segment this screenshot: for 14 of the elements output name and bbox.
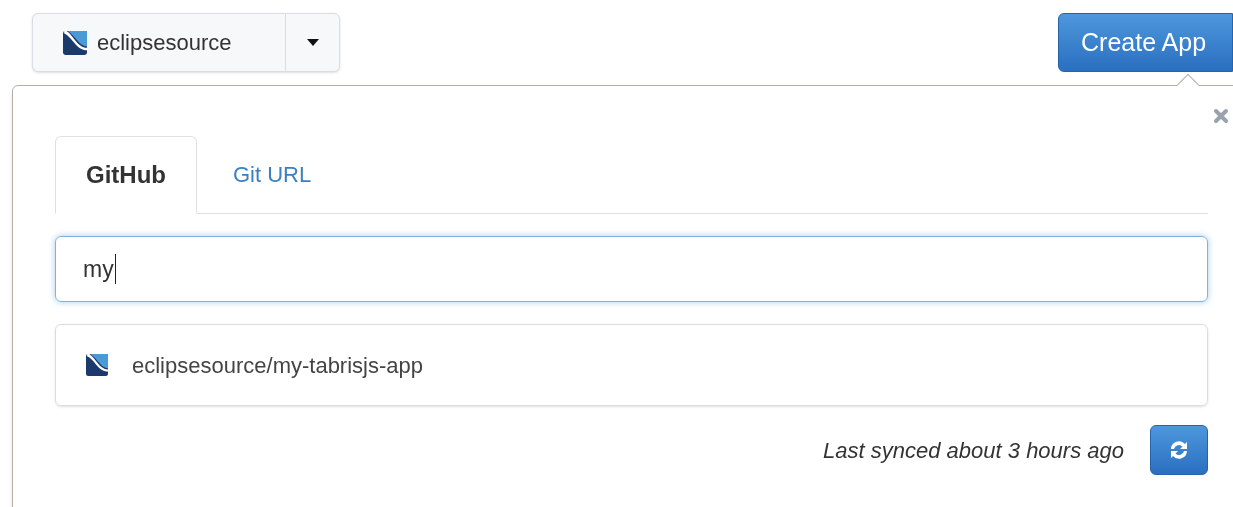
- refresh-button[interactable]: [1150, 425, 1208, 475]
- organization-dropdown[interactable]: eclipsesource: [32, 13, 340, 72]
- close-icon[interactable]: [1213, 108, 1229, 124]
- organization-logo-icon: [86, 354, 108, 376]
- caret-icon: [306, 39, 319, 46]
- sync-status: Last synced about 3 hours ago: [823, 436, 1124, 465]
- search-value: my: [83, 254, 114, 284]
- repository-result[interactable]: eclipsesource/my-tabrisjs-app: [56, 325, 1207, 405]
- organization-logo-icon: [63, 30, 87, 55]
- tab[interactable]: Git URL: [197, 135, 348, 213]
- organization-name: eclipsesource: [97, 29, 232, 57]
- tab[interactable]: GitHub: [55, 136, 197, 214]
- create-app-button[interactable]: Create App: [1058, 13, 1233, 72]
- search-field[interactable]: my: [55, 236, 1208, 302]
